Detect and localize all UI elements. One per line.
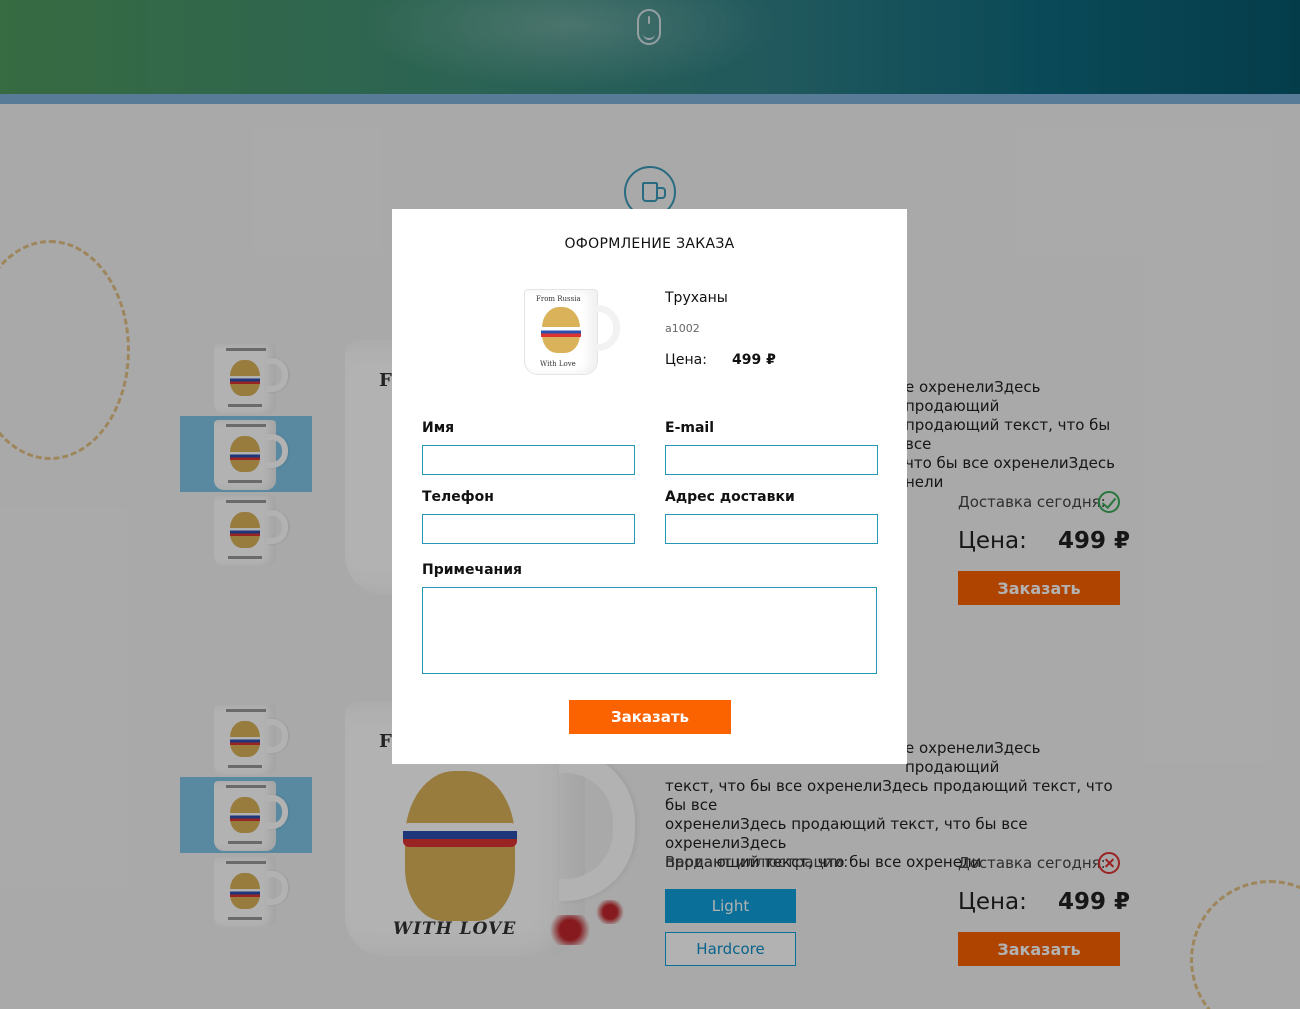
mug-print-text: With Love bbox=[540, 360, 576, 368]
price-value: 499 ₽ bbox=[732, 352, 776, 368]
name-field[interactable] bbox=[422, 445, 635, 475]
product-image: From Russia With Love bbox=[522, 285, 622, 377]
mug-print-text: From Russia bbox=[536, 295, 581, 303]
order-modal: ОФОРМЛЕНИЕ ЗАКАЗА From Russia With Love … bbox=[392, 209, 907, 764]
phone-field[interactable] bbox=[422, 514, 635, 544]
phone-label: Телефон bbox=[422, 489, 494, 505]
notes-textarea[interactable] bbox=[422, 587, 877, 674]
submit-order-button[interactable]: Заказать bbox=[569, 700, 731, 734]
price-label: Цена: bbox=[665, 352, 707, 368]
address-field[interactable] bbox=[665, 514, 878, 544]
name-label: Имя bbox=[422, 420, 455, 436]
product-sku: a1002 bbox=[665, 322, 700, 335]
email-label: E-mail bbox=[665, 420, 715, 436]
address-label: Адрес доставки bbox=[665, 489, 795, 505]
email-field[interactable] bbox=[665, 445, 878, 475]
product-name: Труханы bbox=[665, 290, 728, 306]
modal-title: ОФОРМЛЕНИЕ ЗАКАЗА bbox=[564, 236, 735, 252]
notes-label: Примечания bbox=[422, 562, 523, 578]
